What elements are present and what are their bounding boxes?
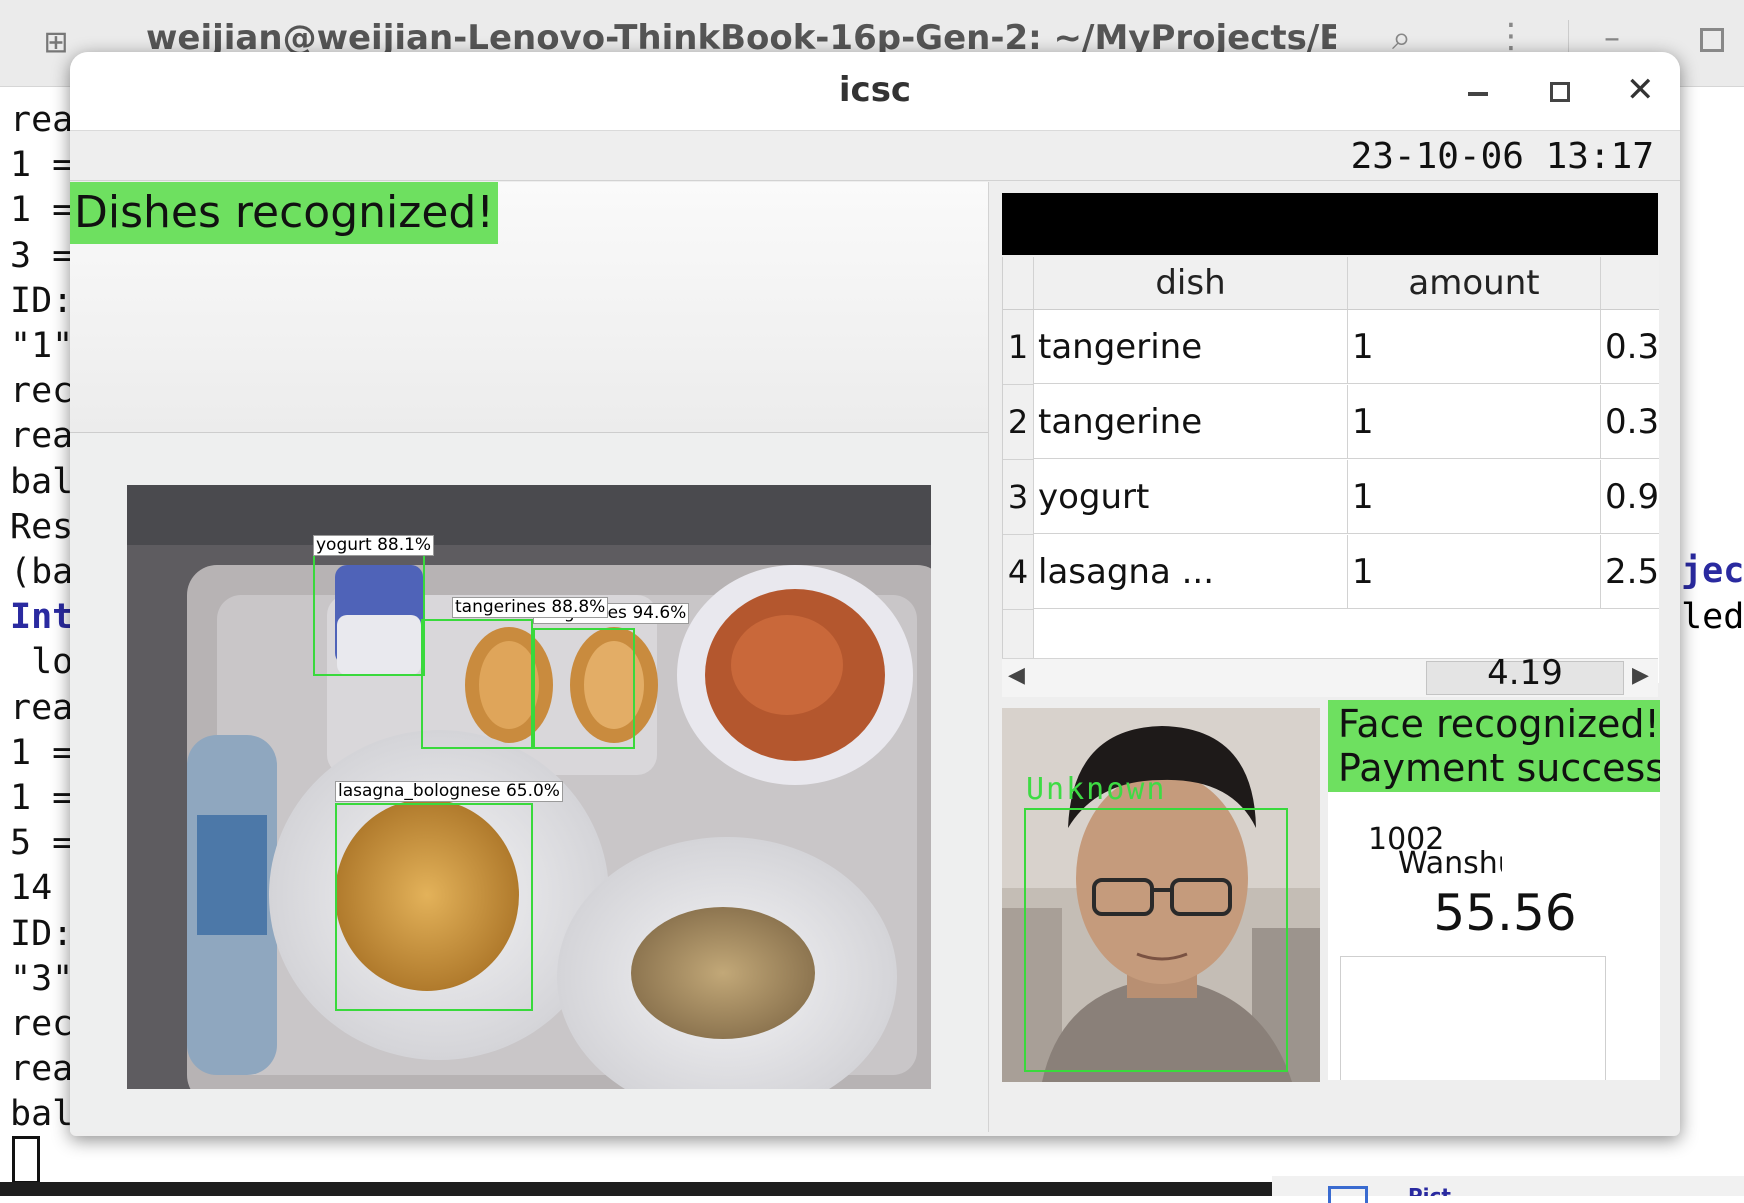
terminal-line: 1 = — [10, 190, 74, 231]
detection-label: tangerines 88.8% — [452, 597, 609, 618]
face-detection-box — [1024, 808, 1288, 1072]
dish-cell[interactable]: yogurt — [1034, 460, 1348, 534]
terminal-line: 5 = — [10, 823, 74, 864]
terminal-maximize-icon[interactable] — [1700, 28, 1724, 52]
dishes-status-banner: Dishes recognized! — [70, 182, 498, 244]
terminal-line: "3" — [10, 958, 74, 999]
terminal-minimize-icon[interactable]: – — [1604, 18, 1620, 56]
message-box[interactable] — [1340, 956, 1606, 1080]
detection-label: lasagna_bolognese 65.0% — [335, 781, 563, 802]
close-icon[interactable]: ✕ — [1626, 70, 1655, 110]
terminal-line: bal — [10, 461, 74, 502]
row-number: 3 — [1003, 460, 1034, 535]
amount-cell[interactable]: 1 — [1348, 460, 1601, 534]
terminal-cursor — [12, 1136, 40, 1184]
terminal-line: Int — [10, 597, 74, 638]
menu-icon[interactable]: ⋮ — [1494, 16, 1528, 56]
detection-label: yogurt 88.1% — [313, 535, 435, 556]
price-cell[interactable]: 0.3 — [1601, 385, 1659, 459]
dish-cell[interactable]: tangerine — [1034, 310, 1348, 384]
detection-box-tangerine — [533, 628, 635, 749]
window-title: icsc — [838, 70, 912, 110]
terminal-line: 14 — [10, 868, 53, 909]
terminal-line: 3 = — [10, 235, 74, 276]
horizontal-scrollbar[interactable]: ◀ 4.19 ▶ — [1002, 653, 1658, 697]
scroll-left-arrow-icon[interactable]: ◀ — [1008, 663, 1025, 688]
datetime-display: 23-10-06 13:17 — [1350, 136, 1654, 177]
payment-panel: Face recognized! Payment successful! 100… — [1328, 700, 1660, 1080]
terminal-line: rec — [10, 1004, 74, 1045]
row-number: 2 — [1003, 385, 1034, 460]
balance-amount: 55.56 — [1433, 884, 1577, 942]
detection-box-lasagna — [335, 803, 533, 1011]
icsc-window: icsc ✕ 23-10-06 13:17 Dishes recognized! — [70, 52, 1680, 1136]
terminal-line: lo — [10, 642, 74, 683]
row-number: 4 — [1003, 535, 1034, 610]
window-titlebar: icsc ✕ — [70, 52, 1680, 131]
terminal-line: rea — [10, 100, 74, 140]
payment-status-banner: Face recognized! Payment successful! — [1328, 700, 1660, 792]
terminal-line: 1 = — [10, 145, 74, 186]
column-header-dish[interactable]: dish — [1034, 257, 1348, 310]
row-number: 1 — [1003, 310, 1034, 385]
dish-cell[interactable]: lasagna ... — [1034, 535, 1348, 609]
minimize-icon[interactable] — [1468, 92, 1488, 96]
terminal-line: Res — [10, 506, 74, 547]
column-header-amount[interactable]: amount — [1348, 257, 1601, 310]
face-status-text: Face recognized! — [1338, 702, 1660, 746]
terminal-line: rea — [10, 1049, 74, 1090]
tray-camera-image: yogurt 88.1% tangerines 94.6% tangerines… — [127, 485, 931, 1089]
taskbar-label[interactable]: Pict — [1408, 1184, 1451, 1196]
scroll-right-arrow-icon[interactable]: ▶ — [1632, 663, 1649, 688]
divider — [70, 180, 1680, 181]
terminal-line: 1 = — [10, 732, 74, 773]
detection-box-yogurt — [313, 552, 425, 676]
dish-cell[interactable]: tangerine — [1034, 385, 1348, 459]
amount-cell[interactable]: 1 — [1348, 535, 1601, 609]
dish-table: dish amount 1 tangerine 1 0.3 2 tangerin… — [1002, 257, 1659, 683]
terminal-line: rea — [10, 416, 74, 457]
terminal-line: 1 = — [10, 778, 74, 819]
payment-status-text: Payment successful! — [1338, 746, 1660, 790]
price-cell[interactable]: 2.5 — [1601, 535, 1659, 609]
total-price: 4.19 — [1487, 653, 1563, 693]
table-corner — [1003, 257, 1034, 310]
terminal-line: ID: — [10, 280, 74, 321]
terminal-line: "1" — [10, 326, 74, 367]
terminal-line: rea — [10, 687, 74, 728]
maximize-icon[interactable] — [1550, 82, 1570, 102]
window-icon — [1328, 1186, 1368, 1203]
price-cell[interactable]: 0.3 — [1601, 310, 1659, 384]
detection-box-tangerine — [421, 619, 533, 749]
terminal-output: rea 1 = 1 = 3 = ID: "1" rec rea bal Res (ba Int lo r… — [10, 98, 73, 1138]
face-label: Unknown — [1026, 772, 1167, 807]
terminal-line: (ba — [10, 552, 74, 593]
price-cell[interactable]: 0.9 — [1601, 460, 1659, 534]
amount-cell[interactable]: 1 — [1348, 385, 1601, 459]
user-info-area: 1002 Wanshu 55.56 — [1328, 792, 1660, 1080]
amount-cell[interactable]: 1 — [1348, 310, 1601, 384]
terminal-line: bal — [10, 1094, 74, 1135]
terminal-line: ID: — [10, 913, 74, 954]
user-name: Wanshu — [1398, 846, 1502, 881]
table-header-bar — [1002, 193, 1658, 255]
terminal-line: rec — [10, 371, 74, 412]
column-header-price[interactable] — [1601, 257, 1659, 310]
status-area: Dishes recognized! — [70, 182, 988, 433]
face-camera-image: Unknown — [1002, 708, 1320, 1082]
